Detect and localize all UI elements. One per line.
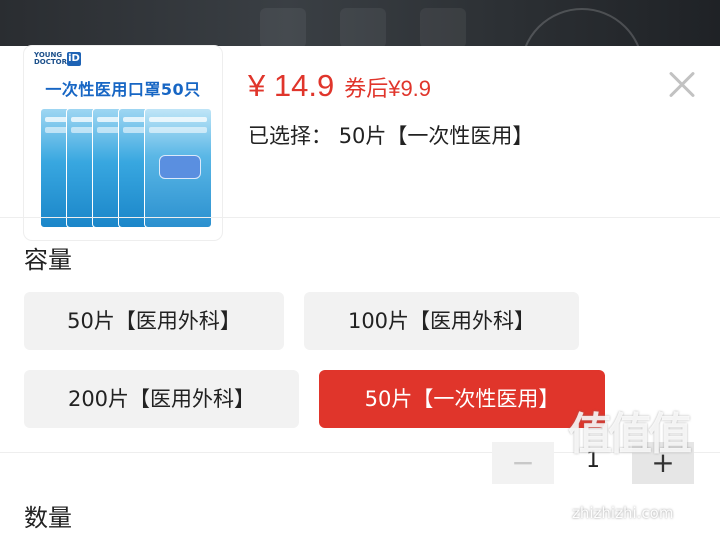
brand-logo: YOUNG DOCTOR iD — [34, 52, 81, 66]
option-100-surgical[interactable]: 100片【医用外科】 — [304, 292, 579, 350]
divider — [0, 217, 720, 218]
product-thumbnail: YOUNG DOCTOR iD 一次性医用口罩50只 — [24, 46, 222, 240]
thumbnail-title: 一次性医用口罩50只 — [45, 80, 201, 99]
option-50-disposable[interactable]: 50片【一次性医用】 — [319, 370, 605, 428]
selected-label: 已选择： — [248, 124, 332, 148]
selected-summary: 已选择： 50片【一次性医用】 — [248, 120, 533, 150]
option-200-surgical[interactable]: 200片【医用外科】 — [24, 370, 299, 428]
quantity-value[interactable]: 1 — [560, 448, 626, 473]
backdrop-tile — [340, 8, 386, 48]
backdrop-tile — [420, 8, 466, 48]
quantity-minus-button[interactable]: − — [492, 442, 554, 484]
mask-pack-front — [144, 108, 212, 228]
price: ¥ 14.9 — [248, 68, 335, 103]
backdrop-tile — [260, 8, 306, 48]
capacity-title: 容量 — [24, 246, 72, 274]
price-row: ¥ 14.9 券后¥9.9 — [248, 68, 431, 104]
page-backdrop — [0, 0, 720, 132]
selected-value: 50片【一次性医用】 — [338, 124, 534, 148]
option-50-surgical[interactable]: 50片【医用外科】 — [24, 292, 284, 350]
close-icon[interactable] — [664, 66, 702, 104]
quantity-title: 数量 — [24, 504, 72, 532]
coupon-price: 券后¥9.9 — [344, 76, 432, 101]
mask-packs-illustration — [40, 108, 216, 230]
quantity-plus-button[interactable]: + — [632, 442, 694, 484]
brand-text: YOUNG DOCTOR — [34, 51, 68, 66]
brand-mark: iD — [67, 52, 81, 66]
mask-icon — [159, 155, 201, 179]
